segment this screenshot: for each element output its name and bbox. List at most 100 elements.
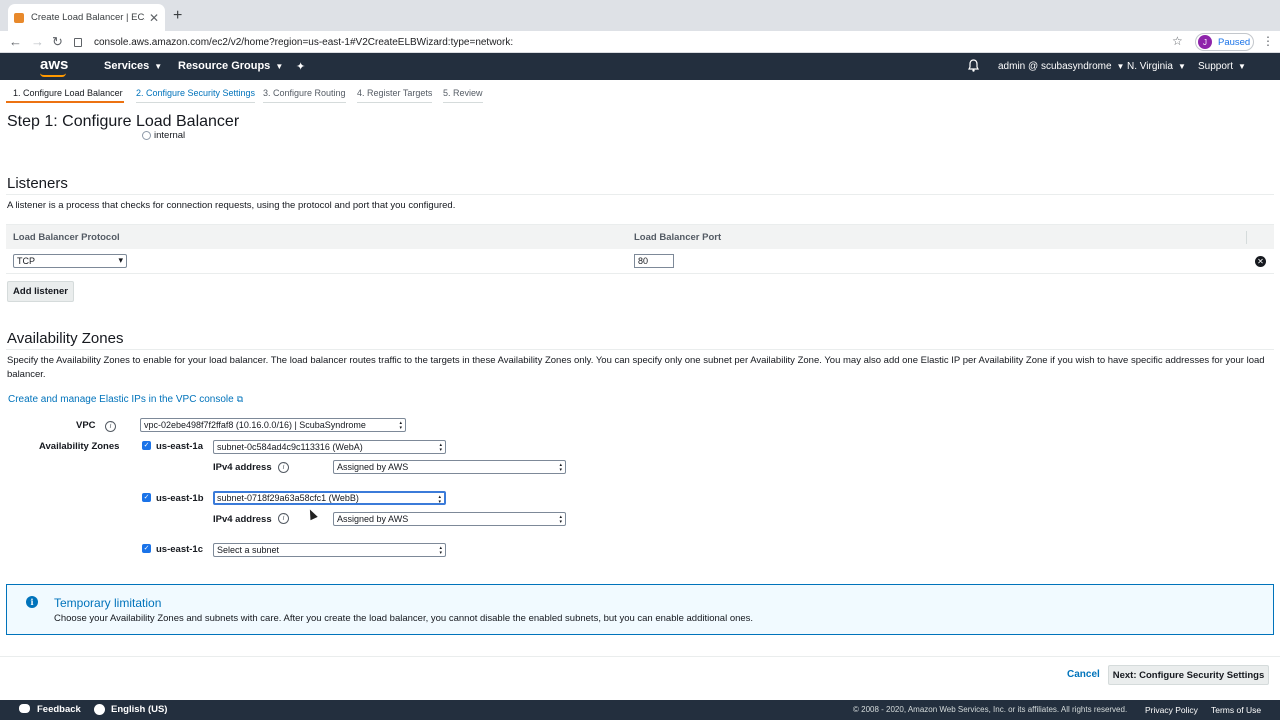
lock-icon [74,37,82,47]
tab-configure-load-balancer[interactable]: 1. Configure Load Balancer [6,84,124,103]
alert-body: Choose your Availability Zones and subne… [54,613,754,624]
tab-title: Create Load Balancer | EC2 Ma [31,12,145,23]
radio-button[interactable] [142,131,151,140]
aws-logo[interactable]: aws [40,56,68,73]
remove-listener-icon[interactable]: ✕ [1255,256,1266,267]
region-menu[interactable]: N. Virginia ▼ [1127,61,1186,72]
us-east-1c-subnet-select[interactable]: Select a subnet [213,543,446,557]
info-icon: i [26,596,38,608]
listeners-description: A listener is a process that checks for … [7,200,456,211]
listeners-heading: Listeners [7,175,68,192]
us-east-1b-checkbox[interactable]: ✓ [142,493,151,502]
az-description-line: Specify the Availability Zones to enable… [7,355,1265,366]
ipv4-label: IPv4 address [213,514,272,525]
reload-icon[interactable]: ↻ [52,34,63,50]
table-row: TCP 80 ✕ [6,249,1274,274]
aws-top-nav: aws Services ▼ Resource Groups ▼ ✦ admin @… [0,53,1280,80]
browser-tab[interactable]: Create Load Balancer | EC2 Ma ✕ [8,4,165,31]
az-heading: Availability Zones [7,330,124,347]
divider [0,656,1280,657]
account-menu[interactable]: admin @ scubasyndrome ▼ [998,61,1124,72]
address-bar: ← → ↻ console.aws.amazon.com/ec2/v2/home… [0,31,1280,53]
pin-icon[interactable]: ✦ [296,60,305,73]
internal-radio-option[interactable]: internal [142,130,185,141]
privacy-policy-link[interactable]: Privacy Policy [1145,705,1198,715]
bookmark-star-icon[interactable]: ☆ [1172,34,1183,48]
bell-icon[interactable] [968,59,979,72]
chevron-down-icon: ▼ [1238,62,1246,71]
terms-of-use-link[interactable]: Terms of Use [1211,705,1261,715]
us-east-1a-subnet-select[interactable]: subnet-0c584ad4c9c113316 (WebA) [213,440,446,454]
resource-groups-label: Resource Groups [178,60,271,72]
internal-label: internal [154,130,186,141]
page-title: Step 1: Configure Load Balancer [7,113,240,130]
region-label: N. Virginia [1127,61,1173,72]
add-listener-button[interactable]: Add listener [7,281,74,302]
az-description: Specify the Availability Zones to enable… [7,354,1273,382]
tab-configure-security-settings[interactable]: 2. Configure Security Settings [136,84,256,103]
chevron-down-icon: ▼ [275,62,284,71]
divider [6,194,1274,195]
us-east-1a-ipv4-select[interactable]: Assigned by AWS [333,460,566,474]
tab-configure-routing[interactable]: 3. Configure Routing [263,84,346,103]
info-icon[interactable]: i [278,462,289,473]
divider [1246,231,1247,244]
port-input[interactable]: 80 [634,254,674,268]
external-link-icon: ⧉ [236,394,244,404]
services-label: Services [104,60,150,72]
column-port: Load Balancer Port [634,232,722,243]
zone-name: us-east-1c [156,544,203,555]
temporary-limitation-alert: i Temporary limitation Choose your Avail… [6,584,1274,635]
tab-register-targets[interactable]: 4. Register Targets [357,84,433,103]
ipv4-label: IPv4 address [213,462,272,473]
browser-tab-bar: Create Load Balancer | EC2 Ma ✕ + [0,0,1280,31]
services-menu[interactable]: Services ▼ [104,60,162,72]
listeners-table: Load Balancer Protocol Load Balancer Por… [6,224,1274,274]
column-protocol: Load Balancer Protocol [13,232,120,243]
us-east-1b-ipv4-select[interactable]: Assigned by AWS [333,512,566,526]
back-icon[interactable]: ← [9,34,22,49]
aws-favicon-icon [14,12,24,23]
info-icon[interactable]: i [278,513,289,524]
feedback-link[interactable]: Feedback [37,704,81,715]
mouse-cursor-icon [306,507,318,521]
alert-title: Temporary limitation [54,596,162,610]
language-selector[interactable]: English (US) [111,704,167,715]
resource-groups-menu[interactable]: Resource Groups ▼ [178,60,283,72]
console-footer: Feedback English (US) © 2008 - 2020, Ama… [0,700,1280,720]
tab-review[interactable]: 5. Review [443,84,483,103]
profile-button[interactable]: J Paused [1195,33,1254,51]
az-description-line: balancer. [7,369,46,380]
next-configure-security-settings-button[interactable]: Next: Configure Security Settings [1108,665,1269,685]
aws-smile-icon [40,73,66,77]
forward-icon[interactable]: → [31,34,44,49]
info-icon[interactable]: i [105,421,116,432]
support-menu[interactable]: Support ▼ [1198,61,1246,72]
chevron-down-icon: ▼ [154,62,163,71]
divider [6,349,1274,350]
url-field[interactable]: console.aws.amazon.com/ec2/v2/home?regio… [74,33,1194,51]
chevron-down-icon: ▼ [1177,62,1186,71]
zone-name: us-east-1b [156,493,204,504]
us-east-1c-checkbox[interactable]: ✓ [142,544,151,553]
menu-kebab-icon[interactable]: ⋮ [1262,34,1274,48]
copyright-text: © 2008 - 2020, Amazon Web Services, Inc.… [853,705,1128,714]
table-header: Load Balancer Protocol Load Balancer Por… [6,224,1274,249]
vpc-select[interactable]: vpc-02ebe498f7f2ffaf8 (10.16.0.0/16) | S… [140,418,406,432]
eip-link-text: Create and manage Elastic IPs in the VPC… [8,394,234,405]
chevron-down-icon: ▼ [1116,62,1125,71]
vpc-label: VPC [76,420,96,431]
profile-status: Paused [1218,36,1251,48]
eip-console-link[interactable]: Create and manage Elastic IPs in the VPC… [8,392,243,407]
availability-zones-label: Availability Zones [39,441,120,452]
cancel-button[interactable]: Cancel [1067,669,1100,680]
avatar: J [1198,35,1212,49]
new-tab-icon[interactable]: + [173,7,182,25]
feedback-icon [19,704,30,713]
protocol-select[interactable]: TCP [13,254,127,268]
zone-name: us-east-1a [156,441,203,452]
account-label: admin @ scubasyndrome [998,61,1112,72]
us-east-1a-checkbox[interactable]: ✓ [142,441,151,450]
close-icon[interactable]: ✕ [149,11,159,25]
us-east-1b-subnet-select[interactable]: subnet-0718f29a63a58cfc1 (WebB) [213,491,446,505]
